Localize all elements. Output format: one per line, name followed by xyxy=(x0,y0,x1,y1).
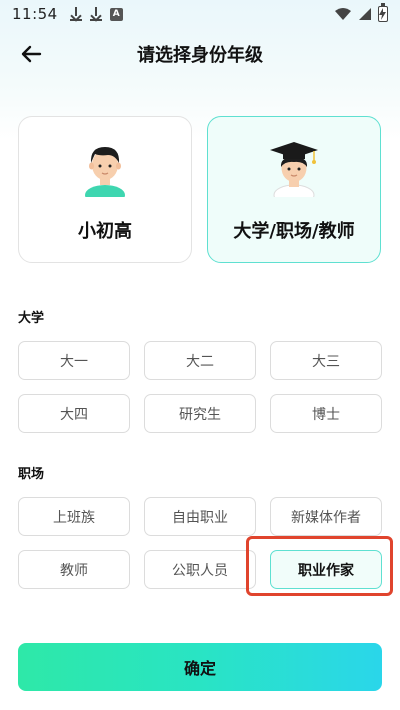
option-graduate[interactable]: 研究生 xyxy=(144,394,256,433)
page-title: 请选择身份年级 xyxy=(137,45,263,66)
section-title-university: 大学 xyxy=(18,311,45,326)
boy-avatar-icon xyxy=(85,147,125,197)
option-year-3[interactable]: 大三 xyxy=(270,341,382,380)
status-bar: 11:54 A xyxy=(0,0,400,28)
section-title-workplace: 职场 xyxy=(18,467,45,482)
graduate-avatar-icon xyxy=(270,142,318,197)
card-label: 大学/职场/教师 xyxy=(233,221,355,242)
download-icon xyxy=(69,7,82,21)
download-icon xyxy=(89,7,102,21)
identity-card-adult[interactable]: 大学/职场/教师 xyxy=(207,116,381,263)
option-office-worker[interactable]: 上班族 xyxy=(18,497,130,536)
identity-card-k12[interactable]: 小初高 xyxy=(18,116,192,263)
highlight-annotation xyxy=(246,536,393,596)
page-header: 请选择身份年级 xyxy=(0,30,400,78)
status-time: 11:54 xyxy=(12,5,58,23)
arrow-left-icon xyxy=(21,45,42,63)
confirm-button[interactable]: 确定 xyxy=(18,643,382,691)
back-button[interactable] xyxy=(14,38,48,70)
card-label: 小初高 xyxy=(78,221,132,242)
wifi-icon xyxy=(335,8,351,20)
option-year-1[interactable]: 大一 xyxy=(18,341,130,380)
option-year-2[interactable]: 大二 xyxy=(144,341,256,380)
option-year-4[interactable]: 大四 xyxy=(18,394,130,433)
battery-charging-icon xyxy=(378,3,388,22)
option-new-media-author[interactable]: 新媒体作者 xyxy=(270,497,382,536)
option-phd[interactable]: 博士 xyxy=(270,394,382,433)
a-badge-icon: A xyxy=(109,7,123,21)
signal-icon xyxy=(359,8,371,20)
option-civil-servant[interactable]: 公职人员 xyxy=(144,550,256,589)
option-freelancer[interactable]: 自由职业 xyxy=(144,497,256,536)
option-teacher[interactable]: 教师 xyxy=(18,550,130,589)
